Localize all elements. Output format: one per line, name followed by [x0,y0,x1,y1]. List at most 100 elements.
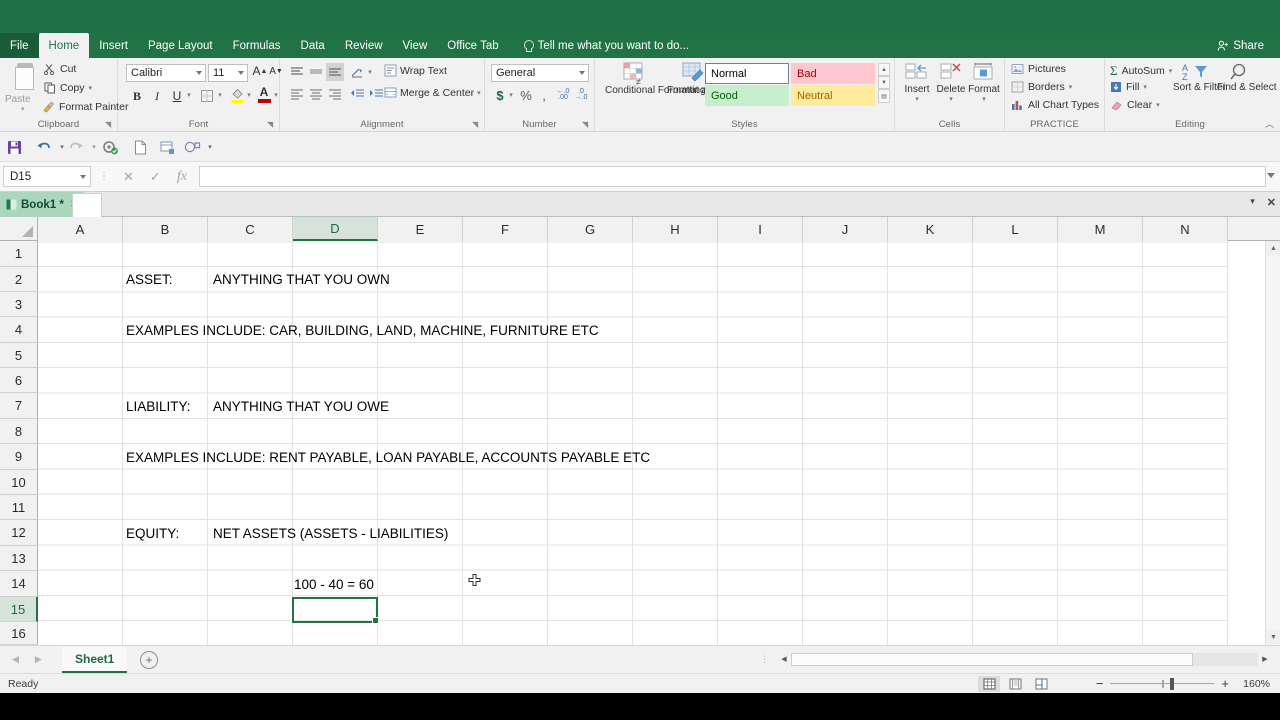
fill-button[interactable]: Fill ▾ [1110,81,1147,93]
ribbon-tab-home[interactable]: Home [38,33,90,58]
column-header-K[interactable]: K [888,217,973,241]
cell-style-bad[interactable]: Bad [791,63,875,84]
column-header-E[interactable]: E [378,217,463,241]
bold-button[interactable]: B [128,87,146,105]
font-name-input[interactable]: Calibri [126,64,206,82]
page-layout-view-button[interactable] [1004,676,1026,692]
fill-color-dropdown-arrow[interactable]: ▾ [245,91,253,99]
borders-button[interactable] [198,87,216,105]
format-cells-button[interactable]: Format ▾ [967,62,1001,103]
number-format-select[interactable]: General [491,64,589,82]
formula-bar-grip[interactable]: ⋮ [99,171,109,182]
page-break-preview-button[interactable] [1030,676,1052,692]
column-header-F[interactable]: F [463,217,548,241]
column-header-N[interactable]: N [1143,217,1228,241]
pictures-button[interactable]: Pictures [1011,63,1066,75]
cell-B2[interactable]: ASSET: [123,267,208,292]
share-button[interactable]: Share [1209,36,1272,55]
column-header-B[interactable]: B [123,217,208,241]
all-chart-types-button[interactable]: All Chart Types [1011,99,1099,111]
sheet-tab-sheet1[interactable]: Sheet1 [62,647,128,673]
cell-style-neutral[interactable]: Neutral [791,85,875,106]
select-all-button[interactable] [0,217,38,241]
name-box[interactable]: D15 [3,166,91,187]
delete-cells-dropdown-arrow[interactable]: ▾ [935,95,967,103]
underline-button[interactable]: U [168,87,186,105]
paste-dropdown-arrow[interactable]: ▾ [21,105,25,113]
format-cells-dropdown-arrow[interactable]: ▾ [967,95,1001,103]
cell-D14[interactable]: 100 - 40 = 60 [293,571,473,597]
insert-function-icon[interactable]: fx [177,169,187,185]
row-header-3[interactable]: 3 [0,292,38,317]
zoom-slider-thumb[interactable] [1170,677,1175,690]
font-size-input[interactable]: 11 [208,64,248,82]
decrease-decimal-button[interactable]: .0 →.0 [573,88,589,102]
row-header-6[interactable]: 6 [0,368,38,393]
scroll-up-button[interactable]: ▲ [1266,241,1280,256]
row-header-7[interactable]: 7 [0,393,38,419]
orientation-dropdown-arrow[interactable]: ▾ [366,68,374,76]
column-header-G[interactable]: G [548,217,633,241]
borders-dropdown-arrow[interactable]: ▾ [216,91,224,99]
align-center-button[interactable] [307,86,325,102]
format-painter-button[interactable]: Format Painter [42,101,128,113]
increase-decimal-button[interactable]: ←.0 .00 [555,88,571,102]
align-middle-button[interactable] [307,64,325,80]
cancel-entry-icon[interactable]: ✕ [123,169,134,185]
new-file-button[interactable] [130,137,150,157]
zoom-slider[interactable] [1110,677,1215,691]
vertical-scrollbar[interactable]: ▲ ▼ [1265,241,1280,645]
workbook-tabs-dropdown-arrow[interactable]: ▾ [1250,196,1255,209]
cell-B12[interactable]: EQUITY: [123,520,208,546]
font-color-button[interactable]: A [255,85,273,105]
previous-sheet-button[interactable]: ◀ [12,654,19,665]
cell-styles-scroll-up[interactable]: ▲ [878,63,890,76]
hscroll-left-button[interactable]: ◀ [777,652,791,666]
column-header-A[interactable]: A [38,217,123,241]
ribbon-tab-formulas[interactable]: Formulas [223,33,291,58]
fill-color-button[interactable] [228,85,246,105]
alignment-dialog-launcher[interactable]: ◥ [472,121,480,129]
insert-cells-button[interactable]: Insert ▾ [901,62,933,103]
merge-center-dropdown-arrow[interactable]: ▾ [477,89,481,97]
font-size-chevron-down-icon[interactable] [238,71,244,75]
add-sheet-button[interactable]: + [140,651,158,669]
cell-C7[interactable]: ANYTHING THAT YOU OWE [210,393,550,419]
align-right-button[interactable] [326,86,344,102]
cell-C12[interactable]: NET ASSETS (ASSETS - LIABILITIES) [210,520,550,546]
ribbon-tab-review[interactable]: Review [335,33,393,58]
copy-dropdown-arrow[interactable]: ▾ [89,84,93,92]
confirm-entry-icon[interactable]: ✓ [150,169,161,185]
tell-me-search[interactable]: Tell me what you want to do... [509,33,689,58]
conditional-formatting-button[interactable]: ≠ Conditional Formatting [605,62,706,96]
row-header-10[interactable]: 10 [0,470,38,495]
ribbon-tab-file[interactable]: File [0,33,39,58]
clear-dropdown-arrow[interactable]: ▾ [1156,101,1160,109]
column-header-I[interactable]: I [718,217,803,241]
percent-format-button[interactable]: % [518,86,534,104]
autosum-button[interactable]: Σ AutoSum ▾ [1110,63,1172,79]
row-header-4[interactable]: 4 [0,317,38,343]
row-header-15[interactable]: 15 [0,597,38,622]
font-dialog-launcher[interactable]: ◥ [267,121,275,129]
insert-cells-dropdown-arrow[interactable]: ▾ [901,95,933,103]
font-name-chevron-down-icon[interactable] [196,71,202,75]
expand-formula-bar-chevron-down-icon[interactable] [1267,173,1275,178]
ribbon-tab-page-layout[interactable]: Page Layout [138,33,223,58]
delete-cells-button[interactable]: Delete ▾ [935,62,967,103]
clear-button[interactable]: Clear ▾ [1110,99,1160,111]
fill-dropdown-arrow[interactable]: ▾ [1143,83,1147,91]
paste-button[interactable] [12,63,38,93]
row-header-12[interactable]: 12 [0,520,38,546]
column-header-L[interactable]: L [973,217,1058,241]
scroll-down-button[interactable]: ▼ [1266,630,1280,645]
ribbon-tab-office-tab[interactable]: Office Tab [437,33,508,58]
find-select-button[interactable]: Find & Select [1217,62,1276,93]
orientation-button[interactable] [348,64,366,80]
row-header-1[interactable]: 1 [0,241,38,267]
cell-styles-scroll-down[interactable]: ▼ [878,76,890,89]
zoom-in-button[interactable]: + [1221,676,1229,691]
new-workbook-tab-button[interactable] [72,193,102,217]
row-header-2[interactable]: 2 [0,267,38,292]
cell-C2[interactable]: ANYTHING THAT YOU OWN [210,267,550,292]
